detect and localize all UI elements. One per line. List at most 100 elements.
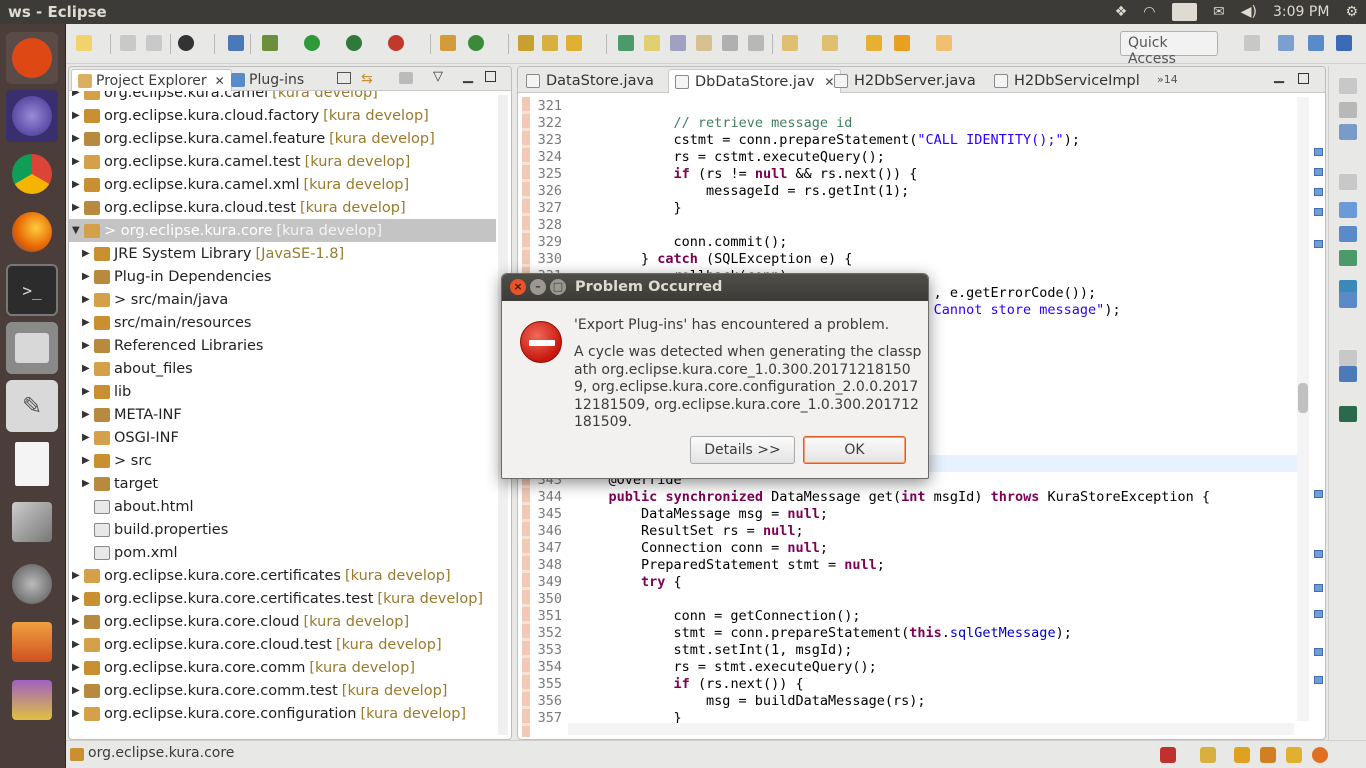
details-button[interactable]: Details >> xyxy=(690,436,795,464)
office-apps-icon[interactable] xyxy=(6,674,58,726)
plugin-dependencies-icon[interactable] xyxy=(1339,406,1357,422)
ruler-mark[interactable] xyxy=(1314,148,1323,156)
tree-item[interactable]: ▶ org.eclipse.kura.cloud.test [kura develo… xyxy=(69,196,496,219)
help-icon[interactable] xyxy=(1312,747,1328,763)
collapsed-arrow-icon[interactable]: ▶ xyxy=(82,409,92,420)
collapsed-arrow-icon[interactable]: ▶ xyxy=(72,202,82,213)
tab-plug-ins[interactable]: Plug-ins xyxy=(225,69,310,91)
collapsed-arrow-icon[interactable]: ▶ xyxy=(72,593,82,604)
next-annotation-icon[interactable] xyxy=(782,35,798,51)
files-icon[interactable] xyxy=(6,322,58,374)
minimize-icon[interactable]: ▁ xyxy=(1274,69,1284,84)
minimize-icon[interactable]: ▁ xyxy=(463,69,473,84)
close-window-icon[interactable]: × xyxy=(510,279,526,295)
task-list-icon[interactable] xyxy=(1339,102,1357,118)
code-line[interactable]: 347 Connection conn = null; xyxy=(518,540,1298,557)
tree-item[interactable]: ▶ lib xyxy=(69,380,496,403)
ruler-mark[interactable] xyxy=(1314,550,1323,558)
tree-item[interactable]: ▶ JRE System Library [JavaSE-1.8] xyxy=(69,242,496,265)
run-icon[interactable] xyxy=(304,35,320,51)
tree-item[interactable]: ▶ org.eclipse.kura.core.certificates [kura… xyxy=(69,564,496,587)
tab-project-explorer[interactable]: Project Explorer ✕ xyxy=(71,69,232,91)
collapse-all-icon[interactable] xyxy=(337,72,351,84)
ruler-mark[interactable] xyxy=(1314,648,1323,656)
collapsed-arrow-icon[interactable]: ▶ xyxy=(72,156,82,167)
show-whitespace-icon[interactable] xyxy=(722,35,738,51)
tree-item[interactable]: ▶ org.eclipse.kura.core.cloud [kura develo… xyxy=(69,610,496,633)
annotation-next-icon[interactable] xyxy=(618,35,634,51)
link-editor-icon[interactable]: ⇆ xyxy=(361,71,373,87)
collapsed-arrow-icon[interactable]: ▶ xyxy=(72,685,82,696)
collapsed-arrow-icon[interactable]: ▶ xyxy=(72,639,82,650)
hierarchy-icon[interactable] xyxy=(1339,366,1357,382)
collapsed-arrow-icon[interactable]: ▶ xyxy=(82,317,92,328)
collapsed-arrow-icon[interactable]: ▶ xyxy=(72,133,82,144)
text-editor-icon[interactable]: ✎ xyxy=(6,380,58,432)
code-line[interactable]: 329 conn.commit(); xyxy=(518,234,1298,251)
code-line[interactable]: 327 } xyxy=(518,200,1298,217)
code-line[interactable]: 354 rs = stmt.executeQuery(); xyxy=(518,659,1298,676)
collapsed-arrow-icon[interactable]: ▶ xyxy=(82,386,92,397)
tab-dbdatastore-java[interactable]: DbDataStore.jav ✕ xyxy=(668,69,842,93)
tree-item[interactable]: ▼ > org.eclipse.kura.core [kura develop] xyxy=(69,219,496,242)
collapsed-arrow-icon[interactable]: ▶ xyxy=(82,455,92,466)
restore-icon[interactable] xyxy=(1339,78,1357,94)
book-icon[interactable] xyxy=(1234,747,1250,763)
ruler-mark[interactable] xyxy=(1314,584,1323,592)
collapsed-arrow-icon[interactable]: ▶ xyxy=(72,179,82,190)
mortarboard-icon[interactable] xyxy=(1260,747,1276,763)
dropbox-icon[interactable]: ❖ xyxy=(1115,4,1128,20)
tree-item[interactable]: ▶ org.eclipse.kura.cloud.factory [kura dev… xyxy=(69,104,496,127)
save-all-icon[interactable] xyxy=(146,35,162,51)
clock[interactable]: 3:09 PM xyxy=(1273,4,1329,20)
restore-icon[interactable] xyxy=(1339,174,1357,190)
collapsed-arrow-icon[interactable]: ▶ xyxy=(82,294,92,305)
volume-icon[interactable]: ◀) xyxy=(1241,4,1257,20)
maximize-icon[interactable] xyxy=(1298,73,1309,84)
plugin-perspective-icon[interactable] xyxy=(1336,35,1352,51)
error-log-icon[interactable] xyxy=(1160,747,1176,763)
collapsed-arrow-icon[interactable]: ▶ xyxy=(72,662,82,673)
open-perspective-icon[interactable] xyxy=(1244,35,1260,51)
mail-icon[interactable]: ✉ xyxy=(1213,4,1225,20)
ruler-mark[interactable] xyxy=(1314,490,1323,498)
coverage-icon[interactable] xyxy=(388,35,404,51)
ruler-mark[interactable] xyxy=(1314,208,1323,216)
tree-item[interactable]: ▶ Plug-in Dependencies xyxy=(69,265,496,288)
declaration-icon[interactable] xyxy=(1339,292,1357,308)
java-perspective-icon[interactable] xyxy=(1278,35,1294,51)
chrome-icon[interactable] xyxy=(6,148,58,200)
tree-item[interactable]: ▶ OSGI-INF xyxy=(69,426,496,449)
code-line[interactable]: 321 xyxy=(518,98,1298,115)
collapsed-arrow-icon[interactable]: ▶ xyxy=(82,432,92,443)
view-menu-icon[interactable]: ▽ xyxy=(433,69,443,84)
expanded-arrow-icon[interactable]: ▼ xyxy=(72,225,82,236)
tree-item[interactable]: ▶ org.eclipse.kura.camel.xml [kura develop… xyxy=(69,173,496,196)
javadoc-icon[interactable] xyxy=(1339,226,1357,242)
software-center-icon[interactable] xyxy=(6,616,58,668)
tree-item[interactable]: ▶ > src xyxy=(69,449,496,472)
code-line[interactable]: 349 try { xyxy=(518,574,1298,591)
code-line[interactable]: 322 // retrieve message id xyxy=(518,115,1298,132)
code-line[interactable]: 325 if (rs != null && rs.next()) { xyxy=(518,166,1298,183)
ruler-mark[interactable] xyxy=(1314,188,1323,196)
wand-icon[interactable] xyxy=(1286,747,1302,763)
ubuntu-dash-icon[interactable] xyxy=(6,32,58,84)
code-line[interactable]: 350 xyxy=(518,591,1298,608)
tree-item[interactable]: ▶ org.eclipse.kura.core.comm [kura develop… xyxy=(69,656,496,679)
new-class-icon[interactable] xyxy=(468,35,484,51)
tree-item[interactable]: ▶ about_files xyxy=(69,357,496,380)
code-line[interactable]: 348 PreparedStatement stmt = null; xyxy=(518,557,1298,574)
gear-icon[interactable]: ⚙ xyxy=(1345,4,1358,20)
tree-item[interactable]: ▶ org.eclipse.kura.core.cloud.test [kura d… xyxy=(69,633,496,656)
save-icon[interactable] xyxy=(120,35,136,51)
search-icon[interactable] xyxy=(566,35,582,51)
wifi-icon[interactable]: ◠ xyxy=(1143,4,1155,20)
collapsed-arrow-icon[interactable]: ▶ xyxy=(72,110,82,121)
block-selection-icon[interactable] xyxy=(670,35,686,51)
tree-item[interactable]: ▶ Referenced Libraries xyxy=(69,334,496,357)
terminal-icon[interactable]: >_ xyxy=(6,264,58,316)
console-icon[interactable] xyxy=(1339,250,1357,266)
code-line[interactable]: 351 conn = getConnection(); xyxy=(518,608,1298,625)
profile-icon[interactable] xyxy=(178,35,194,51)
